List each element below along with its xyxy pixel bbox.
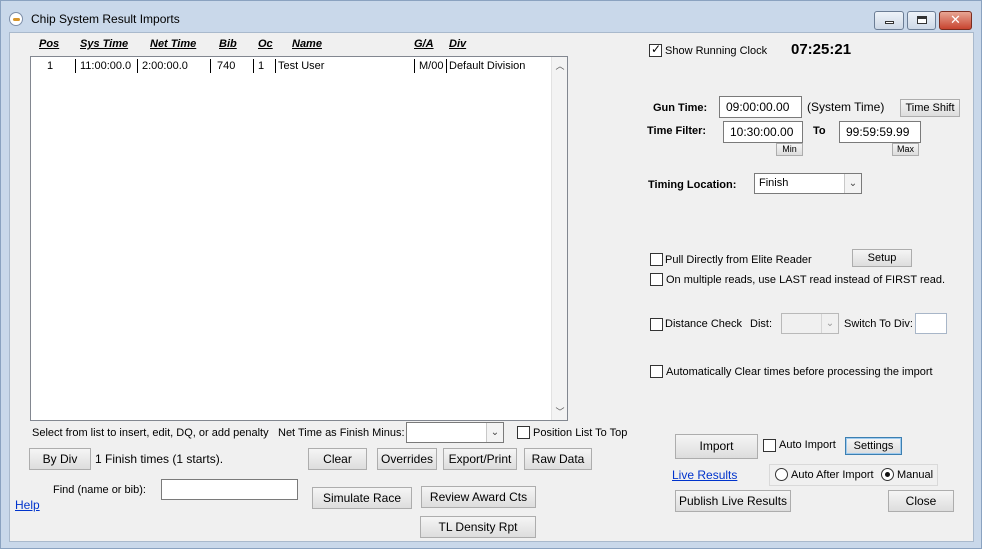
maximize-button[interactable] (907, 11, 936, 30)
export-print-button[interactable]: Export/Print (443, 448, 517, 470)
by-div-button[interactable]: By Div (29, 448, 91, 470)
gun-time-input[interactable]: 09:00:00.00 (719, 96, 802, 118)
last-read-checkbox[interactable] (650, 273, 663, 286)
publish-live-results-button[interactable]: Publish Live Results (675, 490, 791, 512)
table-row[interactable]: 1 11:00:00.0 2:00:00.0 740 1 Test User M… (31, 57, 551, 75)
review-award-cts-button[interactable]: Review Award Cts (421, 486, 536, 508)
position-top-checkbox[interactable] (517, 426, 530, 439)
net-time-select[interactable]: ⌄ (406, 422, 504, 443)
column-divider (414, 59, 415, 73)
auto-after-import-label: Auto After Import (791, 469, 874, 481)
dialog-client-area: Pos Sys Time Net Time Bib Oc Name G/A Di… (9, 32, 974, 542)
cell-net-time: 2:00:00.0 (142, 60, 188, 72)
col-header-ga[interactable]: G/A (414, 38, 434, 50)
auto-after-import-radio[interactable] (775, 468, 788, 481)
cell-bib: 740 (217, 60, 236, 72)
auto-import-checkbox[interactable] (763, 439, 776, 452)
settings-button[interactable]: Settings (845, 437, 902, 455)
column-divider (446, 59, 447, 73)
main-window: Chip System Result Imports ✕ Pos Sys Tim… (0, 0, 982, 549)
net-time-label: Net Time as Finish Minus: (278, 427, 405, 439)
col-header-bib[interactable]: Bib (219, 38, 237, 50)
list-scrollbar[interactable]: ︿ ﹀ (551, 57, 567, 420)
col-header-net-time[interactable]: Net Time (150, 38, 196, 50)
switch-div-label: Switch To Div: (844, 318, 913, 330)
timing-location-label: Timing Location: (648, 179, 737, 191)
list-hint-text: Select from list to insert, edit, DQ, or… (32, 427, 269, 439)
pull-elite-checkbox[interactable] (650, 253, 663, 266)
close-button[interactable]: Close (888, 490, 954, 512)
manual-radio[interactable] (881, 468, 894, 481)
col-header-div[interactable]: Div (449, 38, 466, 50)
tl-density-rpt-button[interactable]: TL Density Rpt (420, 516, 536, 538)
time-filter-to-input[interactable]: 99:59:59.99 (839, 121, 921, 143)
live-results-link[interactable]: Live Results (672, 468, 737, 482)
minimize-icon (885, 21, 894, 24)
time-filter-label: Time Filter: (647, 125, 707, 137)
cell-pos: 1 (47, 60, 54, 72)
col-header-sys-time[interactable]: Sys Time (80, 38, 128, 50)
chevron-down-icon[interactable]: ⌄ (486, 423, 503, 442)
col-header-name[interactable]: Name (292, 38, 322, 50)
distance-check-label: Distance Check (665, 318, 743, 330)
max-button[interactable]: Max (892, 143, 919, 156)
col-header-pos[interactable]: Pos (39, 38, 59, 50)
cell-sys-time: 11:00:00.0 (80, 60, 132, 72)
min-button[interactable]: Min (776, 143, 803, 156)
column-divider (137, 59, 138, 73)
system-time-label: (System Time) (807, 100, 885, 114)
timing-location-value: Finish (759, 177, 789, 189)
show-clock-checkbox[interactable] (649, 42, 662, 57)
title-bar[interactable]: Chip System Result Imports ✕ (1, 1, 981, 33)
time-shift-button[interactable]: Time Shift (900, 99, 960, 117)
show-clock-label: Show Running Clock (665, 45, 768, 57)
minimize-button[interactable] (874, 11, 904, 30)
auto-clear-label: Automatically Clear times before process… (666, 366, 933, 378)
finish-count-text: 1 Finish times (1 starts). (95, 452, 224, 466)
raw-data-button[interactable]: Raw Data (524, 448, 592, 470)
find-label: Find (name or bib): (53, 484, 146, 496)
auto-import-label: Auto Import (779, 439, 836, 451)
timing-location-select[interactable]: Finish ⌄ (754, 173, 862, 194)
last-read-label: On multiple reads, use LAST read instead… (666, 274, 946, 286)
chevron-down-icon[interactable]: ⌄ (821, 314, 838, 333)
column-divider (275, 59, 276, 73)
column-divider (253, 59, 254, 73)
maximize-icon (917, 16, 927, 24)
scroll-up-icon[interactable]: ︿ (552, 59, 568, 72)
pull-elite-label: Pull Directly from Elite Reader (665, 254, 812, 266)
cell-oc: 1 (258, 60, 265, 72)
find-input[interactable] (161, 479, 298, 500)
app-icon (9, 12, 23, 26)
setup-button[interactable]: Setup (852, 249, 912, 267)
dist-select[interactable]: ⌄ (781, 313, 839, 334)
clear-button[interactable]: Clear (308, 448, 367, 470)
import-button[interactable]: Import (675, 434, 758, 459)
help-link[interactable]: Help (15, 498, 40, 512)
running-clock: 07:25:21 (791, 41, 852, 58)
cell-ga: M/00 (419, 60, 444, 72)
simulate-race-button[interactable]: Simulate Race (312, 487, 412, 509)
to-label: To (813, 125, 826, 137)
time-filter-from-input[interactable]: 10:30:00.00 (723, 121, 803, 143)
position-top-label: Position List To Top (533, 427, 628, 439)
manual-label: Manual (897, 469, 934, 481)
dist-label: Dist: (750, 318, 772, 330)
column-divider (210, 59, 211, 73)
distance-check-checkbox[interactable] (650, 318, 663, 331)
auto-clear-checkbox[interactable] (650, 365, 663, 378)
window-close-button[interactable]: ✕ (939, 11, 972, 30)
col-header-oc[interactable]: Oc (258, 38, 273, 50)
cell-name: Test User (278, 60, 325, 72)
cell-div: Default Division (449, 60, 526, 72)
gun-time-label: Gun Time: (653, 102, 708, 114)
results-list[interactable]: 1 11:00:00.0 2:00:00.0 740 1 Test User M… (30, 56, 568, 421)
scroll-down-icon[interactable]: ﹀ (552, 405, 568, 418)
window-title: Chip System Result Imports (31, 12, 180, 26)
close-icon: ✕ (950, 13, 961, 28)
switch-div-input[interactable] (915, 313, 947, 334)
chevron-down-icon[interactable]: ⌄ (844, 174, 861, 193)
column-divider (75, 59, 76, 73)
overrides-button[interactable]: Overrides (377, 448, 437, 470)
